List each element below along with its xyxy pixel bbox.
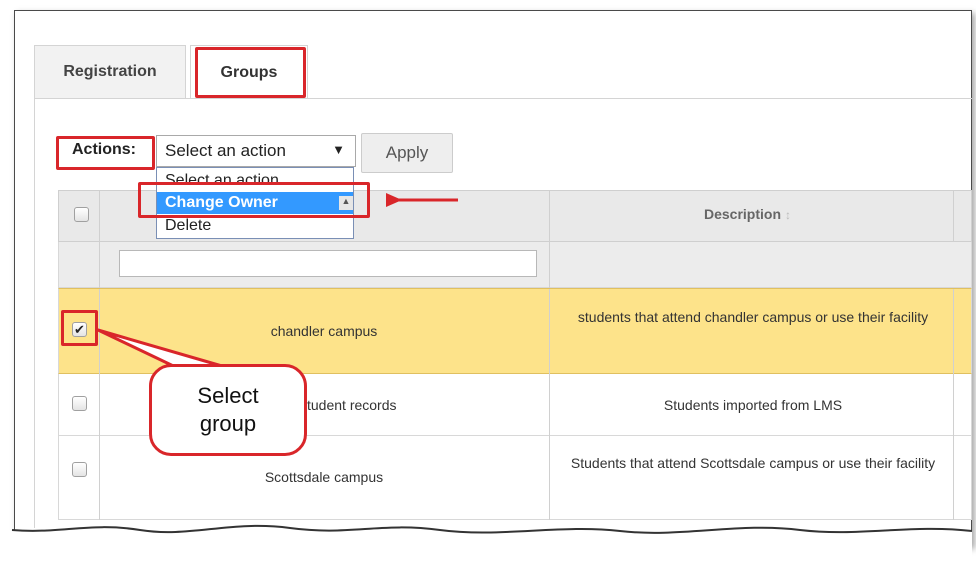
column-divider — [549, 436, 550, 520]
group-name: chandler campus — [270, 323, 378, 339]
group-description: students that attend chandler campus or … — [577, 309, 929, 325]
tab-registration[interactable]: Registration — [34, 45, 186, 98]
annotation-box-change-owner — [138, 182, 370, 218]
column-divider — [99, 191, 100, 243]
callout-text: Select group — [197, 383, 259, 436]
group-description: Students imported from LMS — [663, 397, 843, 413]
apply-button[interactable]: Apply — [361, 133, 453, 173]
select-all-checkbox[interactable] — [74, 207, 89, 222]
sort-icon: ↕ — [785, 208, 792, 222]
annotation-box-groups-tab — [195, 47, 306, 98]
column-header-description-label: Description — [704, 206, 782, 222]
annotation-box-checkbox — [61, 310, 98, 346]
column-divider — [953, 436, 954, 520]
dropdown-option-delete[interactable]: Delete — [157, 215, 353, 237]
apply-button-label: Apply — [385, 143, 429, 162]
callout-select-group: Select group — [149, 364, 307, 456]
column-divider — [549, 289, 550, 375]
chevron-down-icon: ▼ — [332, 142, 345, 157]
name-filter-input[interactable] — [119, 250, 537, 277]
group-name: Scottsdale campus — [264, 469, 384, 485]
column-divider — [953, 374, 954, 436]
tab-divider — [34, 98, 972, 99]
tab-registration-label: Registration — [63, 63, 157, 80]
action-select-value: Select an action — [165, 141, 286, 160]
group-name: tudent records — [307, 397, 397, 413]
content-border — [34, 98, 35, 528]
action-select[interactable]: Select an action ▼ — [156, 135, 356, 167]
filter-row — [58, 242, 972, 288]
row-checkbox[interactable] — [72, 396, 87, 411]
table-row[interactable]: ✔ chandler campus students that attend c… — [58, 288, 972, 375]
column-divider — [99, 374, 100, 436]
column-divider — [549, 242, 550, 288]
row-checkbox[interactable] — [72, 462, 87, 477]
column-divider — [549, 374, 550, 436]
column-divider — [99, 242, 100, 288]
column-divider — [953, 289, 954, 375]
column-divider — [549, 191, 550, 243]
group-description: Students that attend Scottsdale campus o… — [570, 455, 936, 471]
column-header-description[interactable]: Description ↕ — [704, 206, 791, 222]
column-divider — [953, 191, 954, 243]
groups-table: Description ↕ ✔ chandler campus students … — [58, 190, 972, 530]
annotation-box-actions — [56, 136, 155, 170]
